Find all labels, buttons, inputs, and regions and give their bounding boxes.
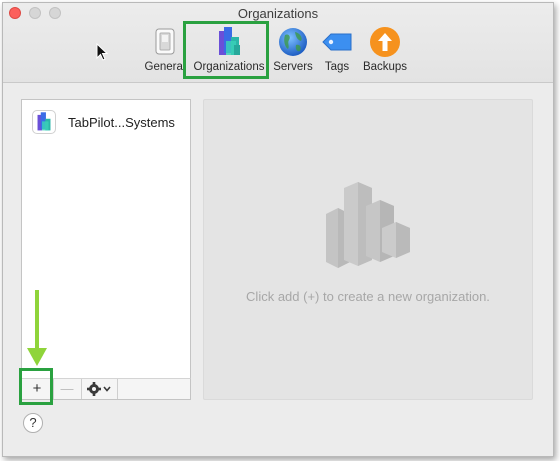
bar-divider — [117, 379, 118, 399]
toolbar-servers[interactable]: Servers — [271, 25, 315, 75]
gear-icon — [87, 382, 111, 396]
toolbar-backups[interactable]: Backups — [357, 25, 413, 75]
mouse-pointer-icon — [96, 43, 109, 61]
organizations-highlight-box — [183, 21, 269, 79]
switch-icon — [155, 28, 175, 55]
toolbar-general[interactable]: General — [141, 25, 189, 75]
tag-icon — [322, 33, 352, 51]
title-bar: Organizations General Organizations Serv… — [3, 3, 553, 83]
organizations-placeholder-icon — [326, 182, 410, 268]
list-item[interactable]: TabPilot...Systems — [30, 109, 190, 137]
help-button[interactable]: ? — [23, 413, 43, 433]
toolbar-tags-label: Tags — [324, 61, 350, 73]
empty-state-message: Click add (+) to create a new organizati… — [246, 289, 490, 304]
organizations-icon — [37, 112, 51, 131]
add-button-highlight-box — [19, 368, 53, 405]
down-arrow-annotation-icon — [27, 290, 47, 366]
organization-detail-pane: Click add (+) to create a new organizati… — [203, 99, 533, 400]
organization-name: TabPilot...Systems — [68, 115, 175, 130]
toolbar-backups-label: Backups — [362, 61, 408, 73]
actions-menu-button[interactable] — [82, 379, 116, 399]
backup-arrow-icon — [370, 27, 400, 57]
globe-icon — [279, 28, 307, 56]
toolbar-servers-label: Servers — [273, 61, 313, 73]
window-title: Organizations — [237, 6, 319, 21]
remove-organization-button[interactable]: — — [54, 379, 80, 399]
toolbar-tags[interactable]: Tags — [317, 25, 357, 75]
toolbar-general-label: General — [144, 61, 186, 73]
organization-item-icon-frame — [32, 110, 56, 134]
preferences-window: Organizations General Organizations Serv… — [2, 2, 554, 457]
